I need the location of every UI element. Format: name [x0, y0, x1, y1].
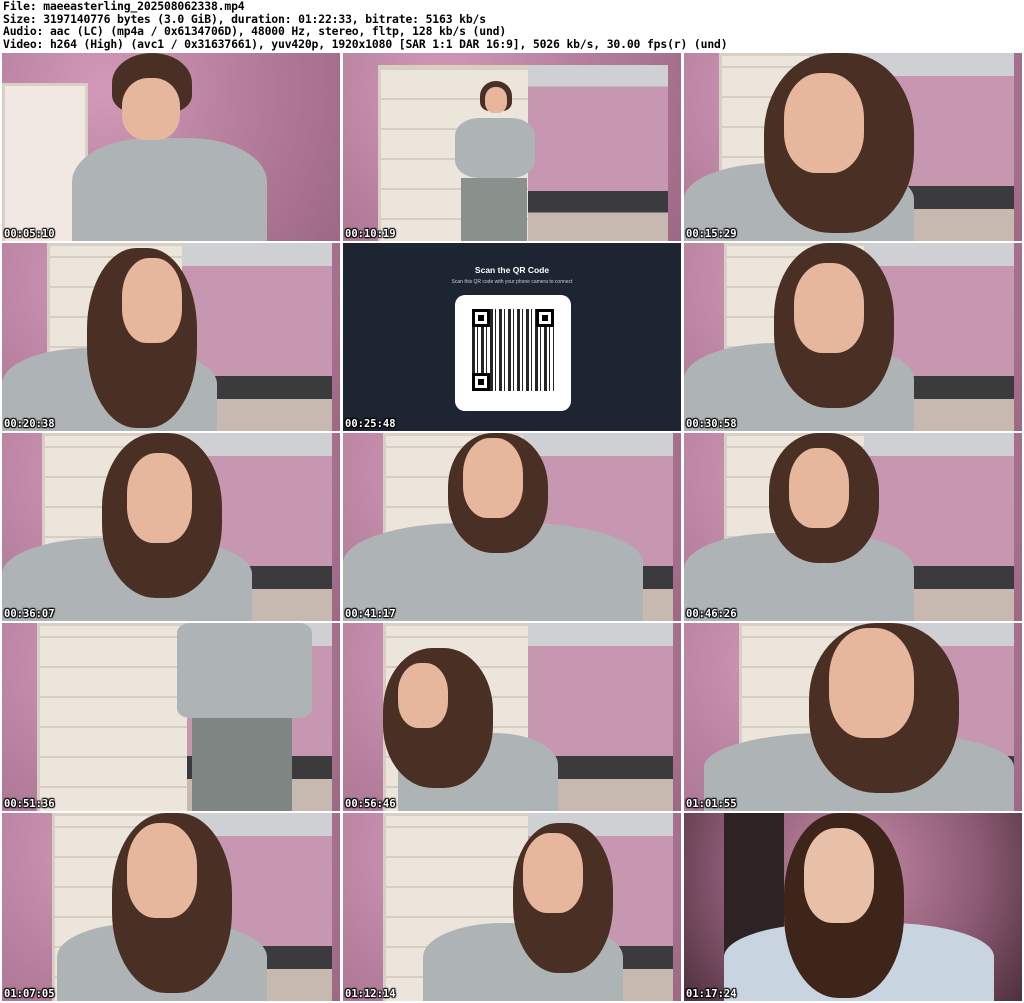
video-line: Video: h264 (High) (avc1 / 0x31637661), … [3, 36, 728, 51]
audio-line: Audio: aac (LC) (mp4a / 0x6134706D), 480… [3, 24, 507, 38]
timestamp: 00:41:17 [345, 608, 396, 620]
thumbnail-frame: 00:30:58 [684, 243, 1022, 431]
qr-finder-icon [472, 373, 490, 391]
thumbnail-frame: 00:05:10 [2, 53, 340, 241]
qr-finder-icon [536, 309, 554, 327]
thumbnail-frame: 01:12:14 [343, 813, 681, 1001]
file-name-line: File: maeeasterling_202508062338.mp4 [3, 0, 245, 13]
thumbnail-frame: 00:15:29 [684, 53, 1022, 241]
thumbnail-grid: 00:05:10 00:10:19 00:15:29 00:20:38 Scan… [2, 53, 1022, 1003]
thumbnail-frame: 00:36:07 [2, 433, 340, 621]
thumbnail-frame: 00:20:38 [2, 243, 340, 431]
thumbnail-frame: 01:07:05 [2, 813, 340, 1001]
timestamp: 01:17:24 [686, 988, 737, 1000]
file-info-header: File: maeeasterling_202508062338.mp4 Siz… [3, 0, 1021, 50]
timestamp: 00:51:36 [4, 798, 55, 810]
timestamp: 00:30:58 [686, 418, 737, 430]
timestamp: 01:07:05 [4, 988, 55, 1000]
thumbnail-frame: 00:51:36 [2, 623, 340, 811]
timestamp: 00:56:46 [345, 798, 396, 810]
timestamp: 01:01:55 [686, 798, 737, 810]
timestamp: 00:36:07 [4, 608, 55, 620]
timestamp: 00:20:38 [4, 418, 55, 430]
thumbnail-frame: 00:46:26 [684, 433, 1022, 621]
qr-card [455, 295, 571, 411]
thumbnail-frame: 01:01:55 [684, 623, 1022, 811]
qr-title: Scan the QR Code [474, 265, 550, 275]
timestamp: 00:25:48 [345, 418, 396, 430]
timestamp: 01:12:14 [345, 988, 396, 1000]
timestamp: 00:10:19 [345, 228, 396, 240]
timestamp: 00:15:29 [686, 228, 737, 240]
qr-finder-icon [472, 309, 490, 327]
thumbnail-frame: 00:10:19 [343, 53, 681, 241]
qr-frame: Scan the QR Code Scan this QR code with … [343, 243, 681, 431]
thumbnail-frame: 00:41:17 [343, 433, 681, 621]
thumbnail-frame: 01:17:24 [684, 813, 1022, 1001]
qr-subtitle: Scan this QR code with your phone camera… [451, 279, 573, 285]
thumbnail-frame: 00:56:46 [343, 623, 681, 811]
timestamp: 00:05:10 [4, 228, 55, 240]
timestamp: 00:46:26 [686, 608, 737, 620]
